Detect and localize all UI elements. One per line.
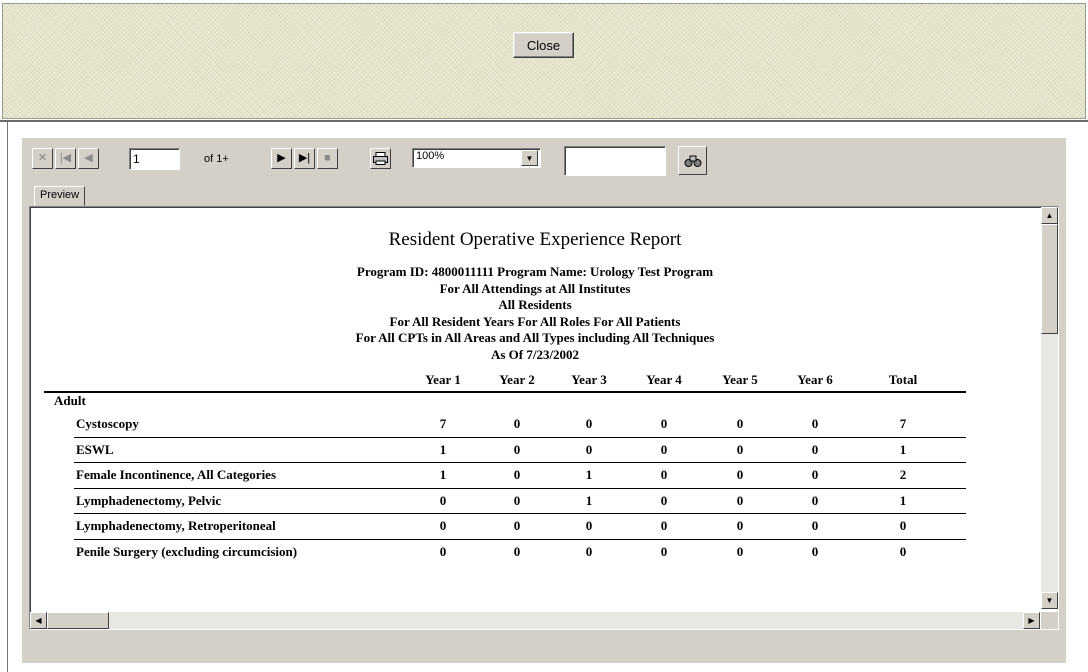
table-cell: 0 <box>899 543 907 559</box>
header-rule <box>44 391 966 393</box>
table-cell: 0 <box>736 543 744 559</box>
table-cell: 1 <box>585 467 593 482</box>
report-subtitle-line: As Of 7/23/2002 <box>490 347 580 362</box>
table-cell: 0 <box>585 543 593 559</box>
table-cell: 0 <box>585 441 593 457</box>
table-row-label: ESWL <box>76 441 114 457</box>
table-cell: 0 <box>660 543 668 559</box>
stop-close-icon[interactable]: ✕ <box>32 148 53 169</box>
table-cell: 0 <box>736 518 744 533</box>
row-rule <box>74 462 966 463</box>
report-page: Resident Operative Experience Report Pro… <box>30 207 1040 607</box>
table-row-label: Penile Surgery (excluding circumcision) <box>76 543 298 559</box>
page-count-label: of 1+ <box>204 153 229 165</box>
table-cell: 0 <box>736 492 744 508</box>
report-subtitle-line: For All Attendings at All Institutes <box>439 281 631 296</box>
table-cell: 0 <box>899 518 907 533</box>
search-input[interactable] <box>564 146 666 176</box>
scroll-up-icon[interactable]: ▲ <box>1041 207 1058 224</box>
table-cell: 0 <box>513 416 521 431</box>
report-title: Resident Operative Experience Report <box>388 229 682 250</box>
table-cell: 0 <box>513 441 521 457</box>
first-page-icon[interactable]: |◀ <box>55 148 76 169</box>
column-header: Year 1 <box>425 372 461 387</box>
table-cell: 0 <box>660 518 668 533</box>
column-header: Year 3 <box>571 372 607 387</box>
table-cell: 1 <box>899 492 907 508</box>
report-frame: Resident Operative Experience Report Pro… <box>29 206 1059 630</box>
column-header: Year 4 <box>646 372 682 387</box>
table-cell: 0 <box>811 416 819 431</box>
table-cell: 0 <box>811 518 819 533</box>
table-cell: 2 <box>899 467 907 482</box>
zoom-value: 100% <box>416 150 445 162</box>
row-rule <box>74 538 966 540</box>
column-header: Year 2 <box>499 372 535 387</box>
horizontal-scrollbar[interactable]: ◀ ▶ <box>30 612 1040 629</box>
scroll-down-icon[interactable]: ▼ <box>1041 592 1058 609</box>
row-rule <box>74 436 966 438</box>
horizontal-scroll-thumb[interactable] <box>47 612 109 629</box>
table-cell: 0 <box>585 416 593 431</box>
previous-page-icon[interactable]: ◀ <box>78 148 99 169</box>
table-cell: 0 <box>513 492 521 508</box>
table-row-label: Female Incontinence, All Categories <box>76 467 277 482</box>
left-border <box>7 122 8 672</box>
table-cell: 0 <box>660 492 668 508</box>
close-button[interactable]: Close <box>513 32 574 58</box>
table-cell: 1 <box>899 441 907 457</box>
last-page-icon[interactable]: ▶| <box>294 148 315 169</box>
table-cell: 0 <box>439 543 447 559</box>
table-cell: 0 <box>811 492 819 508</box>
table-cell: 0 <box>513 467 521 482</box>
stop-loading-icon[interactable]: ■ <box>317 148 338 169</box>
table-cell: 0 <box>660 467 668 482</box>
page-number-input[interactable] <box>129 148 180 170</box>
report-subtitle-line: Program ID: 4800011111 Program Name: Uro… <box>356 264 714 279</box>
table-cell: 0 <box>811 441 819 457</box>
table-cell: 0 <box>736 416 744 431</box>
table-row-label: Lymphadenectomy, Pelvic <box>76 492 222 508</box>
table-row-label: Lymphadenectomy, Retroperitoneal <box>76 518 276 533</box>
column-header: Year 5 <box>722 372 758 387</box>
table-cell: 1 <box>439 441 447 457</box>
scroll-left-icon[interactable]: ◀ <box>30 612 47 629</box>
table-cell: 1 <box>585 492 593 508</box>
table-row-label: Cystoscopy <box>76 416 139 431</box>
vertical-scrollbar[interactable]: ▲ ▼ <box>1041 207 1058 609</box>
tab-preview[interactable]: Preview <box>34 186 86 206</box>
table-cell: 7 <box>899 416 907 431</box>
table-cell: 0 <box>811 467 819 482</box>
report-subtitle-line: For All Resident Years For All Roles For… <box>389 314 681 329</box>
table-cell: 0 <box>439 518 447 533</box>
search-binoculars-icon[interactable] <box>678 146 707 175</box>
row-rule <box>74 487 966 489</box>
report-subtitle-line: For All CPTs in All Areas and All Types … <box>355 330 715 345</box>
table-cell: 0 <box>811 543 819 559</box>
table-cell: 0 <box>660 416 668 431</box>
table-cell: 0 <box>513 543 521 559</box>
vertical-scroll-thumb[interactable] <box>1041 224 1058 334</box>
zoom-dropdown-icon[interactable]: ▼ <box>521 150 538 166</box>
column-header: Total <box>888 372 918 387</box>
report-subtitle-line: All Residents <box>498 297 572 312</box>
table-cell: 0 <box>585 518 593 533</box>
table-cell: 0 <box>439 492 447 508</box>
scroll-corner <box>1041 612 1058 629</box>
print-icon[interactable] <box>370 148 391 169</box>
scroll-right-icon[interactable]: ▶ <box>1023 612 1040 629</box>
table-cell: 1 <box>439 467 447 482</box>
table-cell: 0 <box>736 441 744 457</box>
section-label: Adult <box>54 393 86 408</box>
panel-divider <box>0 120 1088 122</box>
table-cell: 7 <box>439 416 447 431</box>
table-cell: 0 <box>513 518 521 533</box>
report-viewer: ✕ |◀ ◀ of 1+ ▶ ▶| ■ 100% ▼ Preview Resid… <box>22 138 1066 663</box>
next-page-icon[interactable]: ▶ <box>271 148 292 169</box>
top-panel: Close <box>2 3 1086 119</box>
row-rule <box>74 513 966 514</box>
column-header: Year 6 <box>797 372 833 387</box>
table-cell: 0 <box>736 467 744 482</box>
table-cell: 0 <box>660 441 668 457</box>
